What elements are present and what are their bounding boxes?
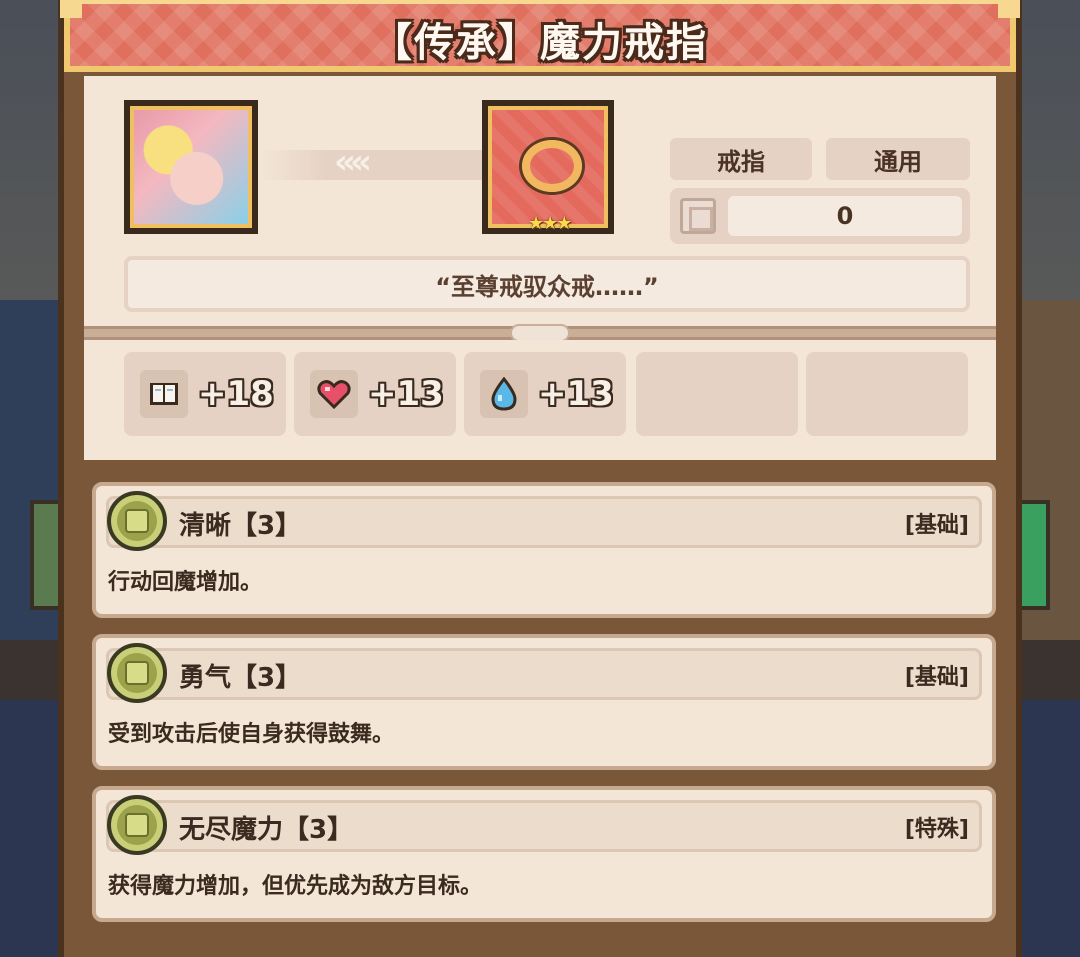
stats-section: +18 +13 +13 (84, 340, 996, 460)
stat-book: +18 (124, 352, 286, 436)
character-avatar (130, 106, 252, 228)
stat-value: +18 (198, 374, 274, 414)
corner-ornament (60, 0, 82, 18)
item-count-box: 0 (670, 188, 970, 244)
item-class-tag: 通用 (826, 138, 970, 180)
star-rating: ★★★ (528, 213, 572, 234)
transfer-track (260, 150, 482, 180)
skill-description: 获得魔力增加，但优先成为敌方目标。 (108, 874, 483, 899)
skill-medal-icon (107, 795, 167, 855)
item-type-tag: 戒指 (670, 138, 812, 180)
skill-name: 勇气【3】 (179, 663, 302, 693)
item-detail-panel: 【传承】魔力戒指 ‹‹‹‹ ★★★ 戒指 通用 0 “至尊戒驭众戒……” +18… (58, 0, 1022, 957)
skill-description: 受到攻击后使自身获得鼓舞。 (108, 722, 395, 747)
stat-slot-empty (636, 352, 798, 436)
stat-heart: +13 (294, 352, 456, 436)
stat-slot-empty (806, 352, 968, 436)
skill-medal-icon (107, 643, 167, 703)
skill-card[interactable]: 清晰【3】 [基础] 行动回魔增加。 (92, 482, 996, 618)
item-flavor-quote: “至尊戒驭众戒……” (124, 256, 970, 312)
skill-card[interactable]: 勇气【3】 [基础] 受到攻击后使自身获得鼓舞。 (92, 634, 996, 770)
heart-icon (310, 370, 358, 418)
skill-name: 无尽魔力【3】 (179, 815, 354, 845)
skills-list: 清晰【3】 [基础] 行动回魔增加。 勇气【3】 [基础] 受到攻击后使自身获得… (84, 460, 996, 956)
item-header-section: ‹‹‹‹ ★★★ 戒指 通用 0 “至尊戒驭众戒……” (84, 76, 996, 326)
skill-header: 勇气【3】 [基础] (106, 643, 982, 703)
corner-ornament (998, 0, 1020, 18)
book-icon (140, 370, 188, 418)
skill-description: 行动回魔增加。 (108, 570, 263, 595)
water-drop-icon (480, 370, 528, 418)
stat-mana: +13 (464, 352, 626, 436)
ring-icon (522, 140, 582, 192)
skill-card[interactable]: 无尽魔力【3】 [特殊] 获得魔力增加，但优先成为敌方目标。 (92, 786, 996, 922)
stat-value: +13 (538, 374, 614, 414)
stat-value: +13 (368, 374, 444, 414)
skill-header: 无尽魔力【3】 [特殊] (106, 795, 982, 855)
inventory-icon (680, 198, 716, 234)
item-count-value: 0 (728, 196, 962, 236)
skill-type: [特殊] (904, 817, 969, 842)
character-portrait[interactable] (124, 100, 258, 234)
panel-title: 【传承】魔力戒指 (372, 20, 708, 66)
panel-body: ‹‹‹‹ ★★★ 戒指 通用 0 “至尊戒驭众戒……” +18 +13 +13 … (84, 76, 996, 956)
ring-item-slot[interactable]: ★★★ (482, 100, 614, 234)
skill-type: [基础] (904, 513, 969, 538)
transfer-arrow-icon: ‹‹‹‹ (334, 142, 372, 182)
title-bar: 【传承】魔力戒指 (64, 0, 1016, 72)
skill-type: [基础] (904, 665, 969, 690)
skill-name: 清晰【3】 (179, 511, 302, 541)
skill-medal-icon (107, 491, 167, 551)
skill-header: 清晰【3】 [基础] (106, 491, 982, 551)
